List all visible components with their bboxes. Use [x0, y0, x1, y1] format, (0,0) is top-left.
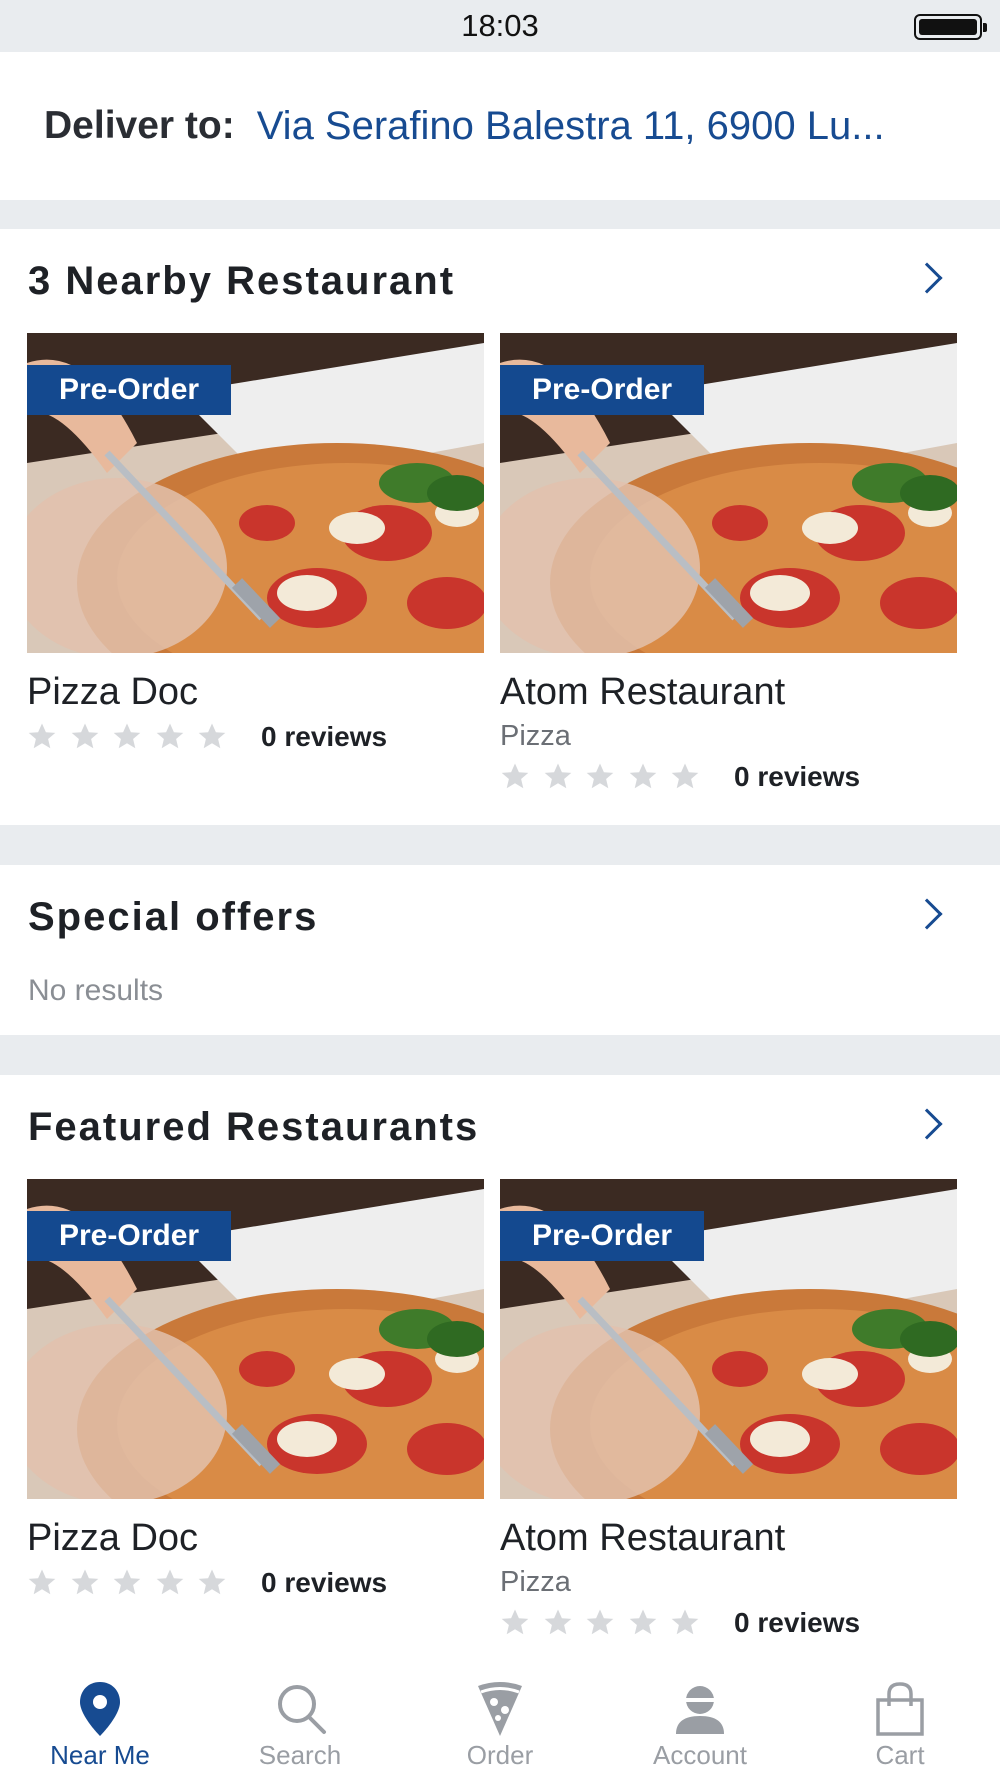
section-title-featured: Featured Restaurants: [28, 1105, 480, 1149]
pre-order-badge: Pre-Order: [27, 1211, 232, 1261]
star-rating: [500, 762, 700, 792]
chevron-right-icon[interactable]: [911, 262, 943, 294]
rating-row: 0 reviews: [27, 1567, 387, 1599]
star-icon: [586, 1609, 614, 1635]
restaurant-name[interactable]: Atom Restaurant: [500, 1517, 785, 1560]
tab-label: Account: [653, 1740, 747, 1770]
restaurant-name[interactable]: Pizza Doc: [27, 1517, 198, 1560]
star-icon: [671, 763, 699, 789]
restaurant-card[interactable]: Pre-Order Pizza Doc 0 reviews: [27, 1179, 484, 1598]
tab-cart[interactable]: Cart: [800, 1660, 1000, 1778]
star-icon: [28, 1569, 56, 1595]
review-count: 0 reviews: [261, 721, 388, 752]
star-icon: [629, 1609, 656, 1635]
restaurant-card[interactable]: Pre-Order Pizza Doc 0 reviews: [27, 333, 484, 752]
pre-order-badge: Pre-Order: [500, 365, 705, 415]
rating-row: 0 reviews: [500, 761, 860, 793]
restaurant-image[interactable]: Pre-Order: [500, 1179, 957, 1499]
search-icon: [278, 1685, 326, 1734]
tab-search[interactable]: Search: [200, 1660, 400, 1778]
restaurant-card[interactable]: Pre-Order Atom Restaurant Pizza 0 review…: [500, 1179, 957, 1638]
restaurant-image[interactable]: Pre-Order: [27, 1179, 484, 1499]
review-count: 0 reviews: [734, 1607, 861, 1638]
tab-account[interactable]: Account: [600, 1660, 800, 1778]
chevron-right-icon[interactable]: [911, 1108, 943, 1140]
review-count: 0 reviews: [734, 761, 861, 792]
star-icon: [28, 723, 56, 749]
star-icon: [71, 723, 98, 749]
star-icon: [156, 723, 183, 749]
empty-state-text: No results: [28, 974, 164, 1007]
delivery-address-link[interactable]: Via Serafino Balestra 11, 6900 Lu...: [257, 104, 885, 149]
nearby-restaurants-section: 3 Nearby Restaurant Pre-Order Pizza Doc …: [0, 229, 1000, 825]
rating-row: 0 reviews: [500, 1607, 860, 1639]
rating-row: 0 reviews: [27, 721, 387, 753]
user-icon: [676, 1686, 724, 1734]
featured-restaurants-section: Featured Restaurants Pre-Order Pizza Doc…: [0, 1075, 1000, 1660]
tab-label: Near Me: [50, 1740, 150, 1770]
star-icon: [71, 1569, 98, 1595]
deliver-to-bar[interactable]: Deliver to: Via Serafino Balestra 11, 69…: [0, 52, 1000, 200]
restaurant-category: Pizza: [500, 720, 571, 752]
star-icon: [198, 1569, 226, 1595]
battery-full-icon: [914, 14, 987, 40]
pizza-slice-icon: [478, 1682, 522, 1736]
tab-label: Search: [258, 1740, 342, 1770]
review-count: 0 reviews: [261, 1567, 388, 1598]
star-icon: [113, 1569, 141, 1595]
pre-order-badge: Pre-Order: [500, 1211, 705, 1261]
shopping-bag-icon: [876, 1682, 924, 1736]
section-title-nearby: 3 Nearby Restaurant: [28, 259, 456, 303]
restaurant-image[interactable]: Pre-Order: [500, 333, 957, 653]
tab-order[interactable]: Order: [400, 1660, 600, 1778]
restaurant-category: Pizza: [500, 1566, 571, 1598]
special-offers-section: Special offers No results: [0, 865, 1000, 1035]
star-icon: [113, 723, 141, 749]
star-rating: [27, 1568, 227, 1598]
restaurant-name[interactable]: Atom Restaurant: [500, 671, 785, 714]
star-rating: [27, 722, 227, 752]
star-icon: [501, 1609, 529, 1635]
bottom-tab-bar: Near Me Search Order Account Cart: [0, 1660, 1000, 1778]
restaurant-name[interactable]: Pizza Doc: [27, 671, 198, 714]
status-bar: 18:03: [0, 0, 1000, 52]
star-icon: [671, 1609, 699, 1635]
chevron-right-icon[interactable]: [911, 898, 943, 930]
star-icon: [501, 763, 529, 789]
tab-near-me[interactable]: Near Me: [0, 1660, 200, 1778]
restaurant-image[interactable]: Pre-Order: [27, 333, 484, 653]
star-icon: [198, 723, 226, 749]
restaurant-card[interactable]: Pre-Order Atom Restaurant Pizza 0 review…: [500, 333, 957, 792]
star-rating: [500, 1608, 700, 1638]
deliver-to-label: Deliver to:: [44, 104, 235, 147]
star-icon: [156, 1569, 183, 1595]
tab-label: Order: [466, 1740, 534, 1770]
status-time: 18:03: [461, 8, 539, 43]
star-icon: [586, 763, 614, 789]
app-screen: 18:03 Deliver to: Via Serafino Balestra …: [0, 0, 1000, 1778]
location-pin-icon: [80, 1682, 120, 1736]
pre-order-badge: Pre-Order: [27, 365, 232, 415]
star-icon: [629, 763, 656, 789]
star-icon: [544, 763, 571, 789]
tab-label: Cart: [875, 1740, 925, 1770]
star-icon: [544, 1609, 571, 1635]
section-title-special-offers: Special offers: [28, 895, 319, 939]
